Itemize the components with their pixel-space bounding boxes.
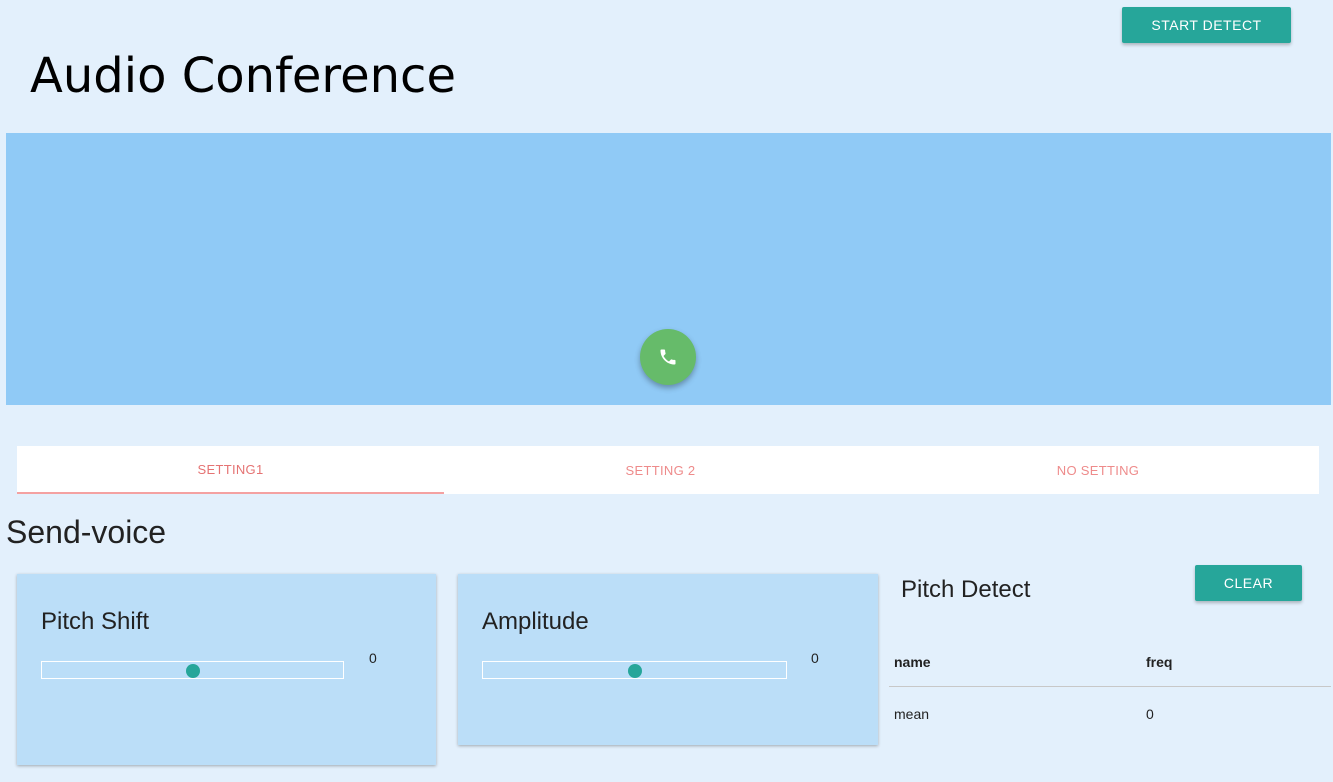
page-title: Audio Conference — [30, 48, 456, 104]
cell-freq: 0 — [1146, 705, 1154, 722]
pitch-shift-value: 0 — [369, 650, 377, 666]
table-header-row: name freq — [889, 637, 1331, 687]
phone-icon — [658, 347, 678, 367]
cell-name: mean — [894, 705, 930, 722]
column-header-name: name — [889, 637, 1141, 687]
send-voice-heading: Send-voice — [6, 514, 167, 550]
pitch-shift-slider-thumb[interactable] — [185, 664, 200, 678]
pitch-shift-slider[interactable] — [41, 661, 344, 679]
column-header-freq: freq — [1141, 637, 1331, 687]
amplitude-title: Amplitude — [482, 608, 589, 635]
tab-no-setting[interactable]: NO SETTING — [877, 446, 1319, 494]
amplitude-slider[interactable] — [482, 661, 787, 679]
tab-setting-2[interactable]: SETTING 2 — [444, 446, 877, 494]
pitch-shift-title: Pitch Shift — [41, 608, 150, 635]
pitch-shift-card: Pitch Shift 0 — [17, 574, 436, 765]
audio-conference-page: START DETECT Audio Conference SETTING1 S… — [0, 0, 1333, 782]
tab-setting1[interactable]: SETTING1 — [17, 446, 444, 494]
conference-stage — [6, 133, 1331, 405]
amplitude-card: Amplitude 0 — [458, 574, 878, 745]
call-button[interactable] — [640, 329, 696, 385]
pitch-detect-title: Pitch Detect — [901, 576, 1031, 603]
start-detect-button[interactable]: START DETECT — [1122, 7, 1291, 43]
pitch-detect-table: name freq mean 0 — [889, 637, 1331, 740]
amplitude-value: 0 — [811, 650, 819, 666]
clear-button[interactable]: CLEAR — [1195, 565, 1302, 601]
settings-tabs: SETTING1 SETTING 2 NO SETTING — [17, 446, 1319, 494]
amplitude-slider-thumb[interactable] — [627, 664, 642, 678]
table-row: mean 0 — [889, 687, 1331, 741]
